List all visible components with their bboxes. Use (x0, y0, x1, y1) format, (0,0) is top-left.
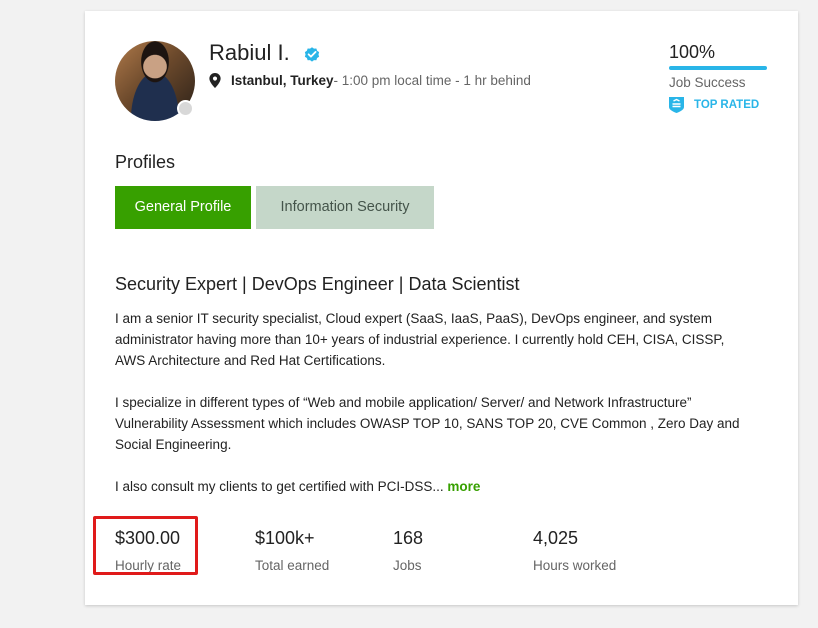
stat-value: 168 (393, 528, 424, 548)
profiles-heading: Profiles (115, 152, 176, 172)
job-success-label: Job Success (669, 75, 746, 90)
more-link[interactable]: more (447, 479, 480, 494)
description-text: I also consult my clients to get certifi… (115, 479, 444, 494)
local-time: - 1:00 pm local time - 1 hr behind (333, 73, 531, 88)
stat-label: Total earned (255, 558, 330, 573)
top-rated-label: TOP RATED (694, 99, 760, 111)
stat-value: $100k+ (255, 528, 315, 548)
map-pin-icon (209, 73, 221, 88)
description-paragraph: I am a senior IT security specialist, Cl… (115, 311, 725, 368)
job-success-bar (669, 66, 767, 70)
stat-label: Hours worked (533, 558, 617, 573)
location-city: Istanbul, Turkey (231, 73, 334, 88)
stat-jobs: 168 Jobs (393, 528, 423, 573)
freelancer-profile-card: Rabiul I. Istanbul, Turkey - 1:00 pm loc… (85, 11, 798, 605)
freelancer-name: Rabiul I. (209, 40, 290, 65)
stat-total-earned: $100k+ Total earned (255, 528, 329, 573)
stat-value: 4,025 (533, 528, 579, 548)
verified-check-icon (304, 47, 320, 62)
profile-title: Security Expert | DevOps Engineer | Data… (115, 274, 520, 294)
online-status-dot (177, 100, 194, 117)
location-row: Istanbul, Turkey - 1:00 pm local time - … (209, 73, 531, 88)
job-success-bar-fill (669, 66, 767, 70)
description-paragraph: I specialize in different types of “Web … (115, 395, 740, 452)
top-rated-badge: TOP RATED (669, 97, 759, 113)
hourly-rate-highlight-box (93, 516, 198, 575)
profile-description: I am a senior IT security specialist, Cl… (115, 308, 755, 518)
job-success: 100% Job Success (669, 42, 767, 90)
shield-badge-icon (669, 97, 684, 113)
job-success-percent: 100% (669, 42, 716, 62)
stat-label: Jobs (393, 558, 422, 573)
stat-hours-worked: 4,025 Hours worked (533, 528, 616, 573)
tab-information-security[interactable]: Information Security (256, 186, 434, 229)
description-paragraph: I also consult my clients to get certifi… (115, 476, 755, 497)
tab-general-profile[interactable]: General Profile (115, 186, 251, 229)
